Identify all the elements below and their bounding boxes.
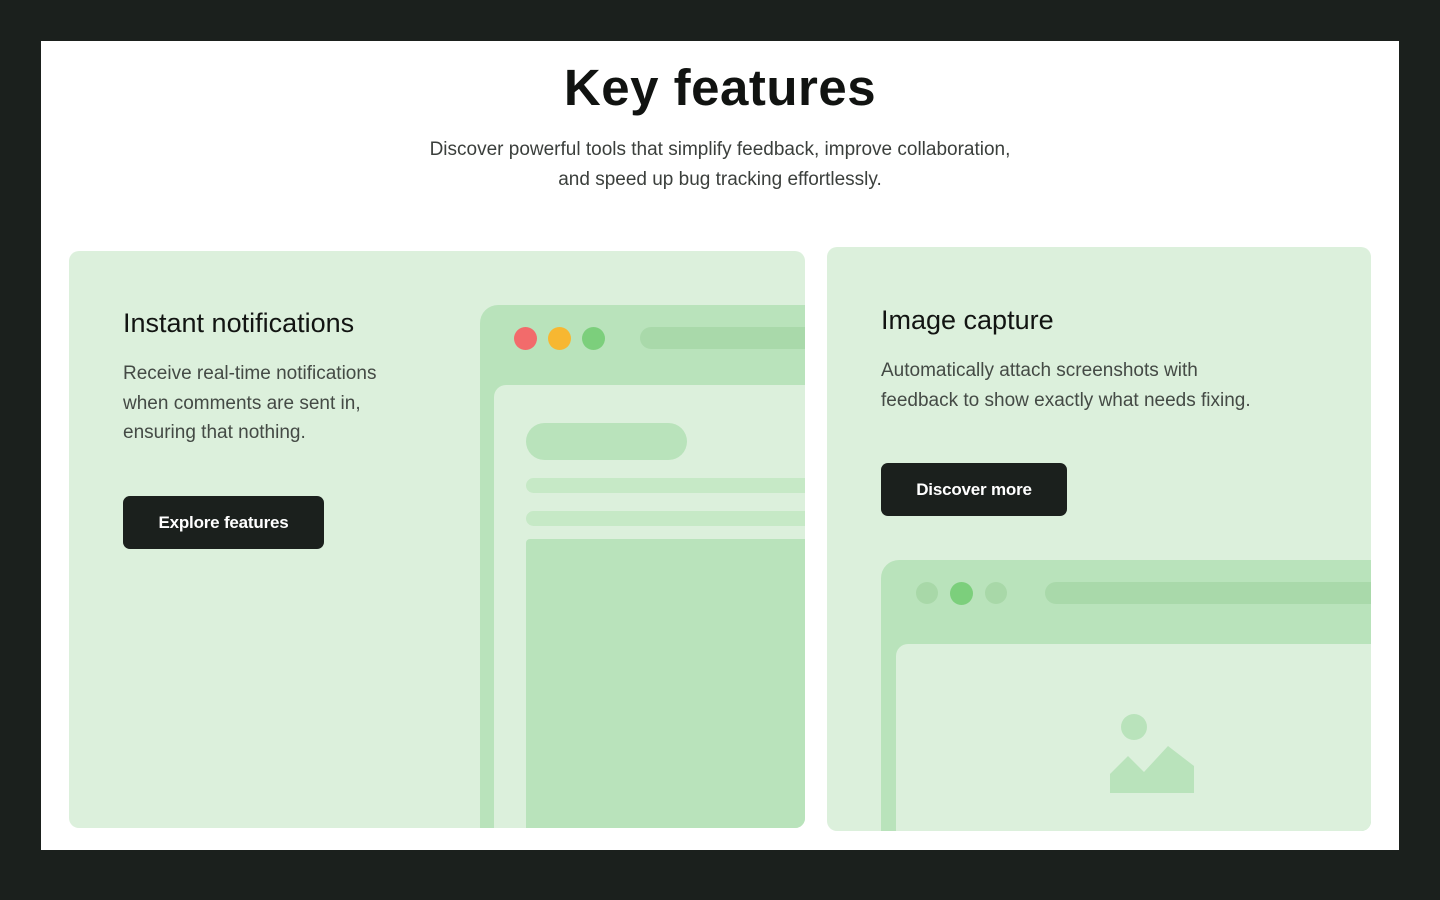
card-description-line-1: Automatically attach screenshots with <box>881 360 1198 381</box>
feature-card-instant-notifications: Instant notifications Receive real-time … <box>69 251 805 828</box>
window-maximize-dot <box>582 327 605 350</box>
window-minimize-dot <box>548 327 571 350</box>
browser-address-bar <box>1045 582 1371 604</box>
content-line-placeholder-1 <box>526 478 805 493</box>
browser-address-bar <box>640 327 805 349</box>
section-subtitle: Discover powerful tools that simplify fe… <box>370 135 1070 194</box>
image-placeholder-icon <box>881 560 1371 831</box>
content-heading-placeholder <box>526 423 687 460</box>
content-block-placeholder <box>526 539 805 828</box>
section-subtitle-line-1: Discover powerful tools that simplify fe… <box>429 139 1011 160</box>
picture-icon <box>1110 714 1194 793</box>
window-close-dot <box>514 327 537 350</box>
card-description: Automatically attach screenshots with fe… <box>881 356 1321 415</box>
content-line-placeholder-2 <box>526 511 805 526</box>
card-description: Receive real-time notifications when com… <box>123 359 453 448</box>
window-dot-1 <box>916 582 938 604</box>
card-description-line-3: ensuring that nothing. <box>123 422 306 443</box>
discover-more-button[interactable]: Discover more <box>881 463 1067 516</box>
card-description-line-2: when comments are sent in, <box>123 392 361 414</box>
card-description-line-1: Receive real-time notifications <box>123 363 377 384</box>
screen: { "section": { "title": "Key features", … <box>0 0 1440 900</box>
section-title: Key features <box>563 59 877 116</box>
explore-features-button[interactable]: Explore features <box>123 496 324 549</box>
window-dot-3 <box>985 582 1007 604</box>
card-title: Instant notifications <box>123 308 355 338</box>
feature-card-image-capture: Image capture Automatically attach scree… <box>827 247 1371 831</box>
window-dot-2 <box>950 582 973 605</box>
card-title: Image capture <box>881 305 1054 335</box>
section-subtitle-line-2: and speed up bug tracking effortlessly. <box>558 168 882 190</box>
browser-window-icon <box>480 305 805 828</box>
card-description-line-2: feedback to show exactly what needs fixi… <box>881 389 1251 411</box>
